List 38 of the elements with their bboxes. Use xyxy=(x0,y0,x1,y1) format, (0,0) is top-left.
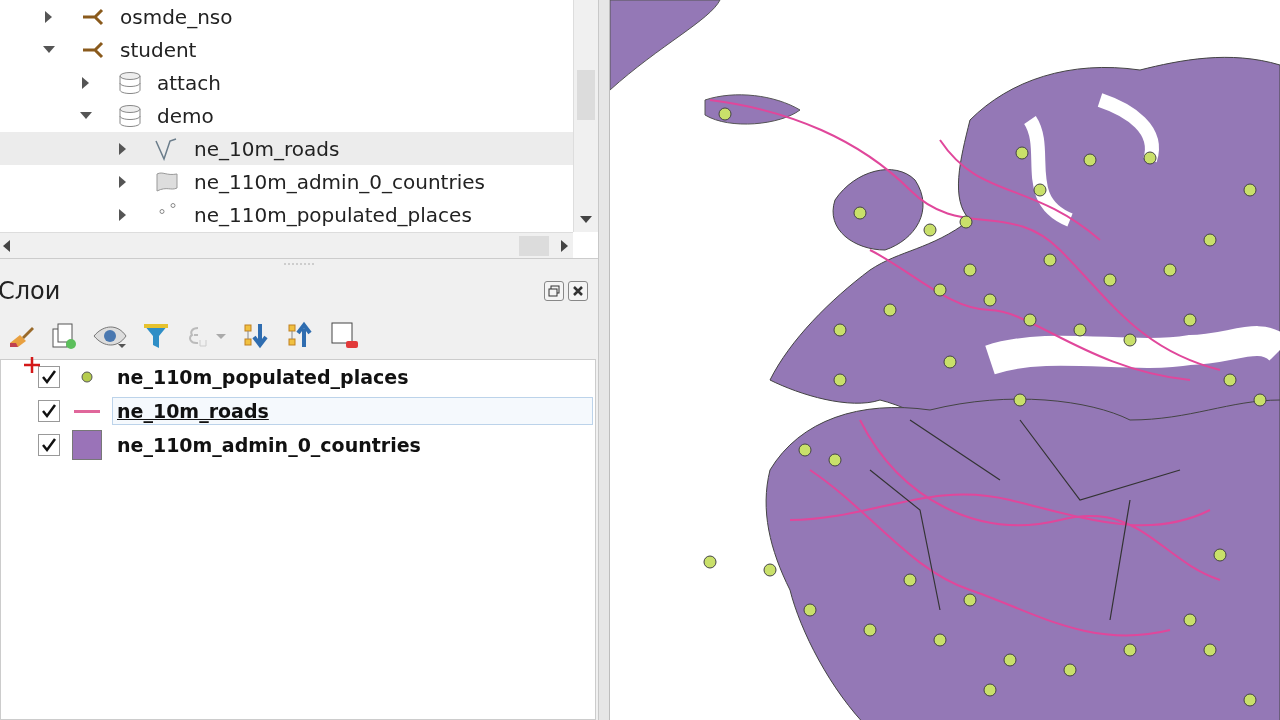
expand-arrow-icon[interactable] xyxy=(82,76,90,89)
cursor-icon xyxy=(23,356,41,374)
tree-item[interactable]: attach xyxy=(0,66,573,99)
expand-arrow-icon[interactable] xyxy=(119,175,127,188)
expand-arrow-icon[interactable] xyxy=(45,10,53,23)
add-group-icon[interactable] xyxy=(50,321,78,351)
panel-title: Слои xyxy=(0,277,61,305)
tree-item[interactable]: ne_10m_roads xyxy=(0,132,573,165)
scroll-left-arrow-icon[interactable] xyxy=(2,239,10,252)
layer-name[interactable]: ne_10m_roads xyxy=(112,397,593,425)
expand-arrow-icon[interactable] xyxy=(119,208,127,221)
float-icon xyxy=(548,285,560,297)
filter-icon[interactable] xyxy=(142,321,170,351)
close-icon xyxy=(572,285,584,297)
scroll-right-arrow-icon[interactable] xyxy=(561,239,569,252)
horizontal-scrollbar[interactable] xyxy=(0,232,573,258)
tree-item[interactable]: demo xyxy=(0,99,573,132)
splitter-handle-icon[interactable] xyxy=(284,262,314,266)
tree-item[interactable]: osmde_nso xyxy=(0,0,573,33)
layer-checkbox[interactable] xyxy=(38,400,60,422)
layer-name[interactable]: ne_110m_admin_0_countries xyxy=(112,431,426,459)
layer-checkbox[interactable] xyxy=(38,366,60,388)
tree-item[interactable]: student xyxy=(0,33,573,66)
vertical-scrollbar[interactable] xyxy=(573,0,598,232)
point-layer-icon xyxy=(158,202,176,214)
database-icon xyxy=(117,103,143,128)
remove-layer-icon[interactable] xyxy=(330,321,360,351)
layer-checkbox[interactable] xyxy=(38,434,60,456)
collapse-arrow-icon[interactable] xyxy=(43,45,55,54)
tree-item[interactable]: ne_110m_admin_0_countries xyxy=(0,165,573,198)
expand-arrow-icon[interactable] xyxy=(119,142,127,155)
scroll-down-arrow-icon[interactable] xyxy=(580,216,592,224)
close-panel-button[interactable] xyxy=(568,281,588,301)
layer-name[interactable]: ne_110m_populated_places xyxy=(112,363,414,391)
collapse-arrow-icon[interactable] xyxy=(80,111,92,120)
tree-item[interactable]: ne_110m_populated_places xyxy=(0,198,573,231)
float-panel-button[interactable] xyxy=(544,281,564,301)
database-icon xyxy=(117,70,143,95)
